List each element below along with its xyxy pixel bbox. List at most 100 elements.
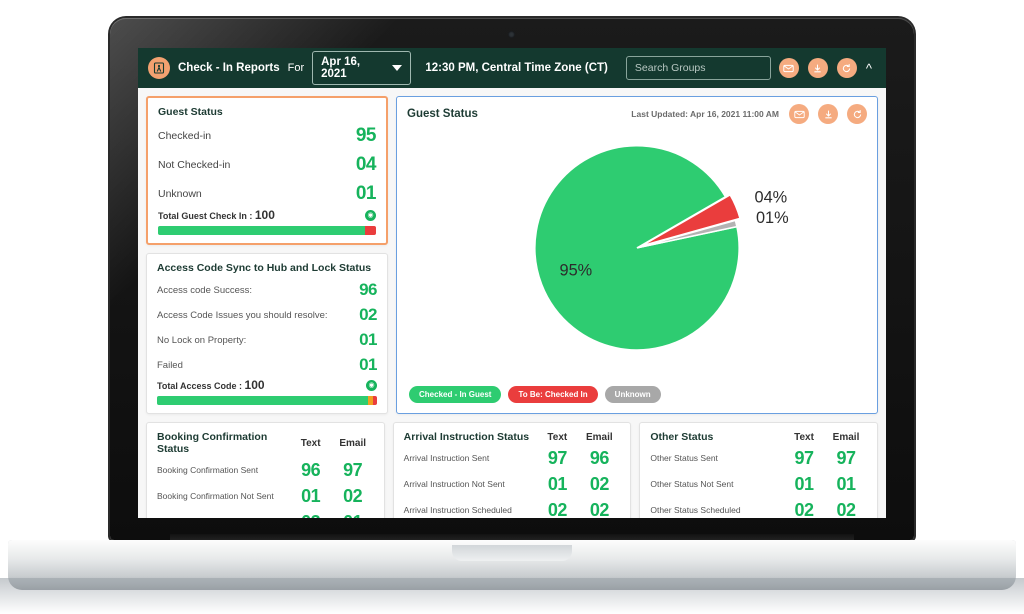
stat-row-not-checked-in: Not Checked-in 04 (158, 154, 377, 176)
guest-status-card-title: Guest Status (158, 106, 223, 118)
row-text-value: 96 (301, 460, 321, 480)
chevron-up-icon[interactable]: ^ (866, 62, 872, 75)
stat-label: No Lock on Property: (157, 334, 247, 346)
pie-label-3: 01% (756, 209, 789, 227)
chart-card-title: Guest Status (407, 108, 478, 120)
laptop-screen: Check - In Reports For Apr 16, 2021 12:3… (138, 48, 886, 518)
access-code-card-title: Access Code Sync to Hub and Lock Status (157, 262, 372, 274)
arrival-instruction-card-title: Arrival Instruction Status (403, 431, 530, 443)
refresh-icon[interactable] (836, 58, 857, 78)
laptop-reflection (0, 578, 1024, 614)
total-row: Total Guest Check In : 100 ◉ (158, 208, 376, 222)
stat-row-access-issues: Access Code Issues you should resolve: 0… (157, 305, 377, 325)
row-email-value: 02 (589, 474, 610, 494)
brand-logo-icon (148, 57, 170, 79)
chart-card-header: Guest Status Last Updated: Apr 16, 2021 … (397, 97, 877, 124)
stat-label: Not Checked-in (158, 159, 231, 171)
table-row: Booking Confirmation Not Sent 01 02 (157, 486, 374, 507)
chart-legend: Checked - In Guest To Be: Checked In Unk… (397, 386, 877, 413)
total-label: Total Guest Check In : 100 (158, 208, 275, 222)
page-title: Check - In Reports (178, 62, 280, 74)
row-email-value: 02 (836, 500, 857, 518)
row-email-value: 02 (343, 486, 363, 506)
download-icon[interactable] (818, 104, 838, 124)
row-label: Booking Confirmation Sent (157, 465, 259, 476)
row-text-value: 01 (547, 474, 568, 494)
row-label: Other Status Sent (650, 453, 718, 464)
table-row: Booking Confirmation Sent 96 97 (157, 460, 374, 481)
guest-status-chart-card[interactable]: Guest Status Last Updated: Apr 16, 2021 … (396, 96, 878, 414)
column-header-text: Text (794, 431, 814, 443)
row-text-value: 03 (290, 512, 332, 518)
row-email-value: 97 (343, 460, 363, 480)
stat-label: Failed (157, 359, 183, 371)
row-label: Arrival Instruction Scheduled (403, 505, 512, 516)
laptop-base-notch (452, 545, 572, 561)
table-row: Booking Confirmation Scheduled 03 01 (157, 512, 374, 518)
row-label: Other Status Scheduled (650, 505, 741, 516)
stat-value: 01 (359, 355, 377, 374)
pie-label-1: 95% (560, 262, 593, 280)
arrival-instruction-card[interactable]: Arrival Instruction Status Text Email Ar… (392, 422, 632, 518)
row-label: Arrival Instruction Not Sent (403, 479, 505, 490)
access-code-card[interactable]: Access Code Sync to Hub and Lock Status … (146, 253, 388, 414)
row-email-value: 02 (589, 500, 610, 518)
column-header-text: Text (547, 431, 568, 443)
booking-confirmation-card[interactable]: Booking Confirmation Status Text Email B… (146, 422, 385, 518)
webcam-icon (508, 31, 515, 38)
legend-chip-unknown[interactable]: Unknown (604, 386, 661, 403)
chevron-down-icon (392, 65, 403, 71)
total-label: Total Access Code : 100 (157, 378, 265, 392)
row-text-value: 01 (794, 474, 815, 494)
stat-row-unknown: Unknown 01 (158, 183, 377, 205)
row-text-value: 97 (794, 448, 815, 468)
top-row: Guest Status Checked-in 95 Not Checked-i… (146, 96, 878, 414)
table-row: Other Status Sent 97 97 (650, 448, 867, 469)
search-input[interactable] (625, 56, 771, 80)
left-column: Guest Status Checked-in 95 Not Checked-i… (146, 96, 388, 414)
other-status-card[interactable]: Other Status Text Email Other Status Sen… (639, 422, 879, 518)
stat-value: 01 (355, 183, 377, 204)
card-header: Booking Confirmation Status Text Email (157, 431, 374, 455)
stat-value: 96 (359, 280, 377, 299)
gauge-icon: ◉ (366, 379, 377, 391)
table-row: Arrival Instruction Sent 97 96 (404, 448, 621, 469)
card-header: Arrival Instruction Status Text Email (404, 431, 621, 443)
booking-confirmation-card-title: Booking Confirmation Status (157, 431, 268, 455)
row-email-value: 01 (332, 512, 374, 518)
row-email-value: 96 (589, 448, 610, 468)
legend-chip-to-be-checked-in[interactable]: To Be: Checked In (508, 386, 598, 403)
row-label: Booking Confirmation Scheduled (157, 517, 290, 518)
email-icon[interactable] (789, 104, 809, 124)
table-row: Arrival Instruction Not Sent 01 02 (404, 474, 621, 495)
total-value: 100 (254, 208, 275, 222)
row-label: Booking Confirmation Not Sent (157, 491, 274, 502)
stat-value: 95 (355, 125, 377, 146)
table-row: Other Status Scheduled 02 02 (650, 500, 867, 518)
guest-status-card[interactable]: Guest Status Checked-in 95 Not Checked-i… (146, 96, 388, 245)
stat-label: Access code Success: (157, 284, 253, 296)
legend-chip-checked-in[interactable]: Checked - In Guest (409, 386, 502, 403)
stat-row-no-lock: No Lock on Property: 01 (157, 330, 377, 350)
stat-label: Access Code Issues you should resolve: (157, 309, 328, 321)
row-text-value: 01 (301, 486, 321, 506)
stat-row-access-success: Access code Success: 96 (157, 280, 377, 300)
column-header-email: Email (339, 437, 367, 449)
date-select[interactable]: Apr 16, 2021 (312, 51, 412, 85)
stat-value: 01 (359, 330, 377, 349)
row-text-value: 97 (547, 448, 568, 468)
gauge-icon: ◉ (365, 209, 376, 221)
dashboard-content: Guest Status Checked-in 95 Not Checked-i… (138, 88, 886, 518)
table-row: Other Status Not Sent 01 01 (650, 474, 867, 495)
refresh-icon[interactable] (847, 104, 867, 124)
stat-label: Checked-in (158, 130, 212, 142)
access-code-progress-bar (157, 396, 377, 405)
pie-chart: 95% 04% 01% (397, 124, 877, 386)
app-header: Check - In Reports For Apr 16, 2021 12:3… (138, 48, 886, 88)
table-row: Arrival Instruction Scheduled 02 02 (404, 500, 621, 518)
screenshot-root: Check - In Reports For Apr 16, 2021 12:3… (0, 0, 1024, 614)
row-text-value: 02 (794, 500, 815, 518)
email-icon[interactable] (778, 58, 799, 78)
last-updated-label: Last Updated: Apr 16, 2021 11:00 AM (631, 109, 779, 119)
download-icon[interactable] (807, 58, 828, 78)
